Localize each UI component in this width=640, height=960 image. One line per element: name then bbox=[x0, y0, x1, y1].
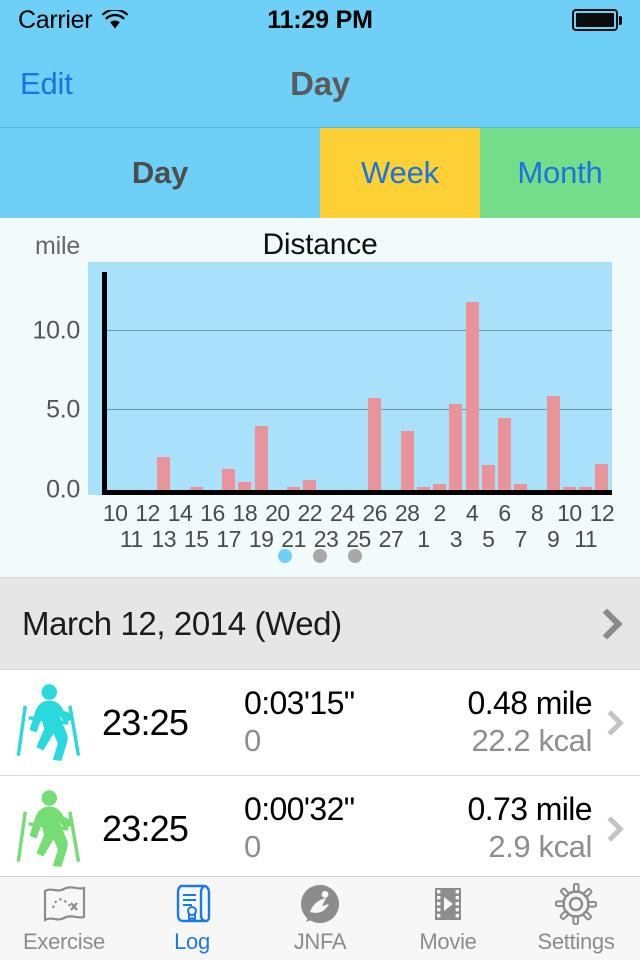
x-axis-tick-label: 18 bbox=[232, 500, 258, 526]
activity-metrics-block: 0.73 mile 2.9 kcal bbox=[424, 791, 602, 865]
tab-week[interactable]: Week bbox=[320, 128, 480, 218]
chart-bars bbox=[107, 262, 610, 490]
distance-chart-panel[interactable]: mile Distance 0.0 5.0 10.0 10 12 14 16 18 20 22 2… bbox=[0, 218, 640, 578]
tab-label: Movie bbox=[419, 929, 477, 954]
x-axis-tick-label: 16 bbox=[200, 500, 225, 526]
tab-item-exercise[interactable]: Exercise bbox=[0, 877, 128, 960]
chart-bar bbox=[595, 463, 609, 490]
x-axis-tick-label: 22 bbox=[297, 500, 323, 526]
activity-duration: 0:03'15" bbox=[244, 685, 355, 722]
activity-steps: 0 bbox=[244, 829, 261, 865]
chart-x-axis bbox=[102, 490, 612, 495]
chart-x-axis-labels: 10 12 14 16 18 20 22 24 26 28 2 4 6 8 10 12 11 13 15 17 19 2… bbox=[88, 500, 615, 556]
chart-bar bbox=[254, 426, 268, 490]
tab-label: Settings bbox=[537, 929, 615, 954]
y-axis-tick-label: 5.0 bbox=[46, 395, 80, 424]
chart-bar bbox=[157, 456, 171, 490]
tab-item-settings[interactable]: Settings bbox=[512, 877, 640, 960]
activity-distance: 0.48 mile bbox=[467, 685, 593, 722]
tab-label: JNFA bbox=[293, 929, 347, 954]
activity-duration-block: 0:00'32" 0 bbox=[244, 791, 424, 865]
map-route-icon bbox=[43, 886, 86, 922]
status-bar-time: 11:29 PM bbox=[267, 5, 373, 34]
date-header-row[interactable]: March 12, 2014 (Wed) bbox=[0, 578, 640, 670]
chart-bar bbox=[546, 396, 560, 490]
activity-steps: 0 bbox=[244, 723, 261, 759]
tab-day[interactable]: Day bbox=[0, 128, 320, 218]
x-axis-tick-label: 24 bbox=[329, 500, 355, 526]
activity-row[interactable]: 23:25 0:00'32" 0 0.73 mile 2.9 kcal bbox=[0, 776, 640, 882]
activity-row[interactable]: 23:25 0:03'15" 0 0.48 mile 22.2 kcal bbox=[0, 670, 640, 776]
page-title: Day bbox=[290, 64, 350, 102]
chart-bar bbox=[238, 482, 252, 490]
chevron-right-icon bbox=[598, 815, 624, 842]
chart-bar bbox=[368, 397, 382, 490]
activity-duration-block: 0:03'15" 0 bbox=[244, 685, 424, 759]
tab-label: Log bbox=[174, 929, 210, 954]
activity-distance: 0.73 mile bbox=[467, 791, 593, 828]
chart-bar bbox=[449, 404, 463, 490]
chart-bar bbox=[498, 418, 512, 490]
activity-metrics-block: 0.48 mile 22.2 kcal bbox=[424, 685, 602, 759]
x-axis-tick-label: 12 bbox=[589, 500, 615, 526]
page-indicator[interactable] bbox=[0, 549, 640, 563]
activity-calories: 22.2 kcal bbox=[471, 723, 593, 759]
chevron-right-icon bbox=[598, 709, 624, 736]
jnfa-logo-icon bbox=[300, 885, 339, 923]
activity-list: 23:25 0:03'15" 0 0.48 mile 22.2 kcal 23:25 0:0… bbox=[0, 670, 640, 882]
x-axis-tick-label: 20 bbox=[265, 500, 290, 526]
date-header-label: March 12, 2014 (Wed) bbox=[22, 604, 342, 642]
period-segmented-control[interactable]: Day Week Month bbox=[0, 128, 640, 218]
chart-plot-area bbox=[88, 262, 612, 495]
activity-start-time: 23:25 bbox=[102, 701, 189, 743]
page-dot[interactable] bbox=[348, 549, 362, 563]
x-axis-tick-label: 28 bbox=[394, 500, 420, 526]
page-dot[interactable] bbox=[278, 549, 292, 563]
film-play-icon bbox=[435, 888, 461, 920]
tab-month[interactable]: Month bbox=[480, 128, 640, 218]
x-axis-tick-label: 8 bbox=[530, 500, 544, 526]
chart-bar bbox=[400, 431, 414, 490]
x-axis-tick-label: 10 bbox=[557, 500, 582, 526]
activity-start-time: 23:25 bbox=[102, 807, 189, 849]
chart-y-axis-labels: 0.0 5.0 10.0 bbox=[0, 262, 81, 503]
x-axis-tick-label: 10 bbox=[102, 500, 128, 526]
y-axis-tick-label: 10.0 bbox=[32, 316, 81, 345]
x-axis-tick-label: 4 bbox=[465, 500, 479, 526]
chart-bar bbox=[303, 480, 317, 490]
x-axis-tick-label: 2 bbox=[433, 500, 446, 526]
chart-bar bbox=[481, 464, 495, 490]
nordic-walking-icon bbox=[16, 683, 81, 761]
tab-bar[interactable]: Exercise Log JNFA Movie Settings bbox=[0, 876, 640, 960]
tab-item-movie[interactable]: Movie bbox=[384, 877, 512, 960]
tab-label: Exercise bbox=[23, 929, 105, 954]
x-axis-tick-label: 6 bbox=[498, 500, 511, 526]
x-axis-tick-label: 26 bbox=[362, 500, 388, 526]
navigation-bar: Edit Day bbox=[0, 40, 640, 128]
nordic-walking-icon bbox=[16, 789, 81, 867]
x-axis-tick-label: 14 bbox=[167, 500, 193, 526]
chart-bar bbox=[465, 302, 479, 490]
gear-icon bbox=[555, 883, 597, 925]
status-bar: Carrier 11:29 PM bbox=[0, 0, 640, 40]
chart-bar bbox=[222, 469, 236, 490]
activity-duration: 0:00'32" bbox=[244, 791, 355, 828]
tab-item-log[interactable]: Log bbox=[128, 877, 256, 960]
x-axis-row-top: 10 12 14 16 18 20 22 24 26 28 2 4 6 8 10 12 bbox=[88, 500, 615, 526]
scroll-log-icon bbox=[176, 884, 211, 923]
tab-item-jnfa[interactable]: JNFA bbox=[256, 877, 384, 960]
page-dot[interactable] bbox=[313, 549, 327, 563]
activity-calories: 2.9 kcal bbox=[488, 829, 592, 865]
chevron-right-icon bbox=[591, 607, 623, 640]
chart-title: Distance bbox=[262, 228, 378, 261]
y-axis-tick-label: 0.0 bbox=[46, 475, 80, 504]
x-axis-tick-label: 12 bbox=[135, 500, 160, 526]
chart-y-axis bbox=[102, 272, 107, 495]
